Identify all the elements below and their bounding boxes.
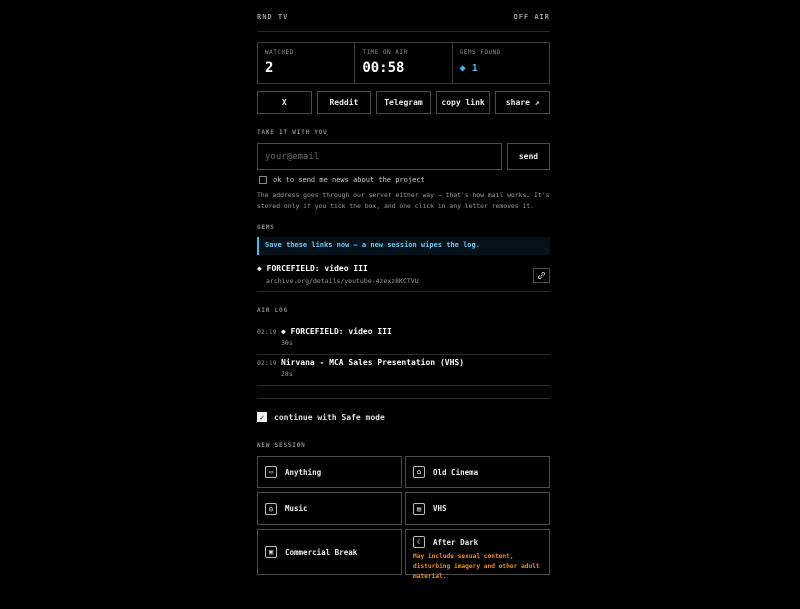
- air-log-section-label: AIR LOG: [257, 307, 288, 314]
- log-title: ◆ FORCEFIELD: video III: [281, 327, 392, 336]
- projector-icon: ⌂: [413, 466, 425, 478]
- email-section-label: TAKE IT WITH YOU: [257, 129, 328, 136]
- share-telegram-button[interactable]: Telegram: [376, 91, 431, 114]
- gems-warning: Save these links now — a new session wip…: [257, 237, 550, 255]
- stat-time-on-air: TIME ON AIR 00:58: [355, 43, 453, 83]
- safe-mode-toggle[interactable]: ✓ continue with Safe mode: [257, 412, 385, 422]
- new-session-section-label: NEW SESSION: [257, 442, 306, 449]
- send-button[interactable]: send: [507, 143, 550, 170]
- session-tile-music[interactable]: ◎ Music: [257, 492, 402, 525]
- broadcast-status: OFF AIR: [513, 13, 550, 21]
- speaker-icon: ◎: [265, 502, 277, 515]
- session-tile-commercial-break[interactable]: ▣ Commercial Break: [257, 529, 402, 575]
- after-dark-warning: May include sexual content, disturbing i…: [413, 553, 540, 580]
- main-panel: RND TV OFF AIR WATCHED 2 TIME ON AIR 00:…: [257, 0, 550, 580]
- optin-checkbox[interactable]: [259, 176, 267, 184]
- share-button[interactable]: share ↗: [495, 91, 550, 114]
- stat-value: ◆ 1: [459, 63, 478, 74]
- air-log-row: 02:19 Nirvana - MCA Sales Presentation (…: [257, 356, 550, 386]
- stats-panel: WATCHED 2 TIME ON AIR 00:58 GEMS FOUND ◆…: [257, 42, 550, 84]
- safe-mode-label: continue with Safe mode: [274, 412, 385, 422]
- tile-head: ☾ After Dark: [413, 536, 478, 548]
- stat-value: 2: [265, 60, 274, 76]
- gem-title: ◆ FORCEFIELD: video III: [257, 264, 368, 273]
- tile-label: Old Cinema: [433, 467, 479, 477]
- session-tile-vhs[interactable]: ▤ VHS: [405, 492, 550, 525]
- log-time: 02:19: [257, 359, 277, 367]
- gems-section-label: GEMS: [257, 224, 275, 231]
- copy-link-button[interactable]: copy link: [435, 91, 491, 114]
- tile-label: VHS: [433, 504, 447, 513]
- gem-item: ◆ FORCEFIELD: video III archive.org/deta…: [257, 264, 550, 292]
- gem-url[interactable]: archive.org/details/youtube-4zexz8KCTVU: [257, 277, 550, 285]
- tv-icon: ▭: [265, 466, 277, 478]
- stat-label: WATCHED: [265, 49, 294, 56]
- tile-label: Music: [285, 504, 308, 513]
- air-log-row: 02:19 ◆ FORCEFIELD: video III 30s: [257, 325, 550, 355]
- tile-label: After Dark: [433, 537, 479, 547]
- session-tile-anything[interactable]: ▭ Anything: [257, 456, 402, 488]
- log-title: Nirvana - MCA Sales Presentation (VHS): [281, 358, 465, 367]
- log-duration: 30s: [281, 339, 293, 347]
- news-optin[interactable]: ok to send me news about the project: [259, 176, 425, 184]
- share-reddit-button[interactable]: Reddit: [316, 91, 372, 114]
- session-tile-after-dark[interactable]: ☾ After Dark May include sexual content,…: [405, 529, 550, 580]
- stat-watched: WATCHED 2: [258, 43, 356, 83]
- moon-icon: ☾: [413, 536, 425, 548]
- stat-value: 00:58: [362, 60, 405, 76]
- film-icon: ▤: [413, 502, 425, 515]
- log-duration: 28s: [281, 370, 293, 378]
- brand-title: RND TV: [257, 13, 289, 21]
- stat-label: TIME ON AIR: [362, 49, 408, 56]
- share-bar: X Reddit Telegram copy link share ↗: [257, 91, 550, 114]
- share-x-button[interactable]: X: [257, 91, 312, 114]
- open-link-button[interactable]: [533, 268, 550, 283]
- link-icon: [537, 271, 546, 280]
- log-time: 02:19: [257, 328, 277, 336]
- top-bar: RND TV OFF AIR: [257, 0, 550, 32]
- divider: [257, 398, 550, 399]
- email-input[interactable]: your@email: [257, 143, 502, 170]
- stat-gems-found: GEMS FOUND ◆ 1: [453, 43, 549, 83]
- optin-label: ok to send me news about the project: [273, 176, 425, 184]
- tile-label: Commercial Break: [285, 547, 358, 557]
- radio-icon: ▣: [265, 546, 277, 558]
- stat-label: GEMS FOUND: [459, 49, 501, 56]
- email-form: your@email send: [257, 143, 550, 170]
- tile-label: Anything: [285, 467, 322, 477]
- privacy-note: The address goes through our server eith…: [257, 191, 550, 210]
- session-tile-old-cinema[interactable]: ⌂ Old Cinema: [405, 456, 550, 488]
- safe-mode-checkbox[interactable]: ✓: [257, 412, 267, 422]
